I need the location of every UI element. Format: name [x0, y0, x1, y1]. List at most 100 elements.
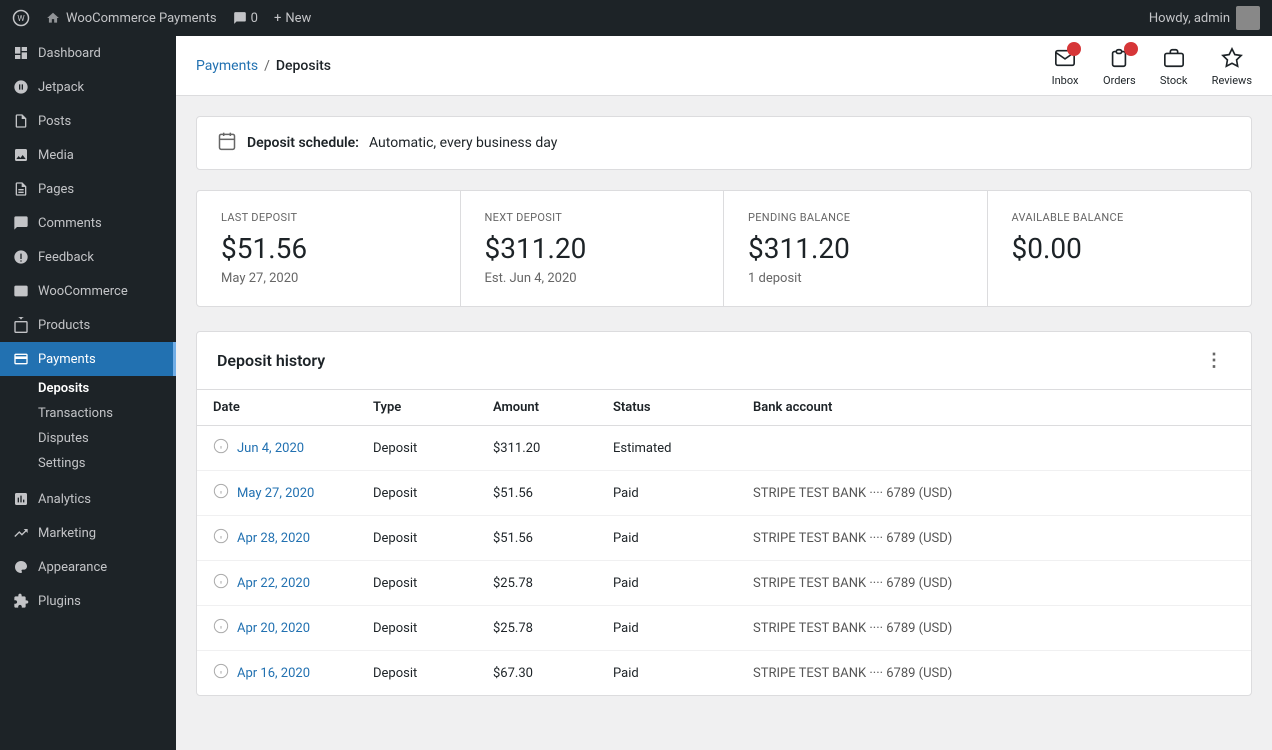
- sidebar-item-analytics[interactable]: Analytics: [0, 482, 176, 516]
- td-status-1: Paid: [597, 471, 737, 516]
- th-amount: Amount: [477, 390, 597, 426]
- table-header-row: Date Type Amount Status Bank account: [197, 390, 1251, 426]
- inbox-action[interactable]: Inbox: [1051, 44, 1079, 87]
- breadcrumb-separator: /: [264, 58, 270, 74]
- sidebar-item-pages[interactable]: Pages: [0, 172, 176, 206]
- sidebar-item-marketing[interactable]: Marketing: [0, 516, 176, 550]
- jetpack-icon: [12, 78, 30, 96]
- media-icon: [12, 146, 30, 164]
- stat-next-deposit-sub: Est. Jun 4, 2020: [485, 271, 700, 286]
- table-row: Apr 16, 2020 Deposit $67.30 Paid STRIPE …: [197, 651, 1251, 696]
- stat-pending-balance-label: PENDING BALANCE: [748, 211, 963, 224]
- sidebar-item-jetpack[interactable]: Jetpack: [0, 70, 176, 104]
- reviews-action[interactable]: Reviews: [1212, 44, 1252, 87]
- sidebar-subitem-deposits[interactable]: Deposits: [0, 376, 176, 401]
- sidebar-item-dashboard[interactable]: Dashboard: [0, 36, 176, 70]
- sidebar-item-media[interactable]: Media: [0, 138, 176, 172]
- th-bank: Bank account: [737, 390, 1251, 426]
- sidebar-subitem-disputes[interactable]: Disputes: [0, 426, 176, 451]
- sidebar-item-woocommerce[interactable]: WooCommerce: [0, 274, 176, 308]
- td-type-3: Deposit: [357, 561, 477, 606]
- sidebar-item-products[interactable]: Products: [0, 308, 176, 342]
- td-amount-3: $25.78: [477, 561, 597, 606]
- products-icon: [12, 316, 30, 334]
- date-link-1[interactable]: May 27, 2020: [237, 486, 314, 501]
- calendar-icon: [217, 131, 237, 155]
- stats-grid: LAST DEPOSIT $51.56 May 27, 2020 NEXT DE…: [196, 190, 1252, 307]
- sidebar-subitem-settings[interactable]: Settings: [0, 451, 176, 476]
- content-header: Payments / Deposits Inbox O: [176, 36, 1272, 96]
- deposit-history-header: Deposit history ⋮: [197, 332, 1251, 390]
- date-link-0[interactable]: Jun 4, 2020: [237, 441, 304, 456]
- td-date-2: Apr 28, 2020: [197, 516, 357, 561]
- table-row: Jun 4, 2020 Deposit $311.20 Estimated: [197, 426, 1251, 471]
- td-bank-4: STRIPE TEST BANK ···· 6789 (USD): [737, 606, 1251, 651]
- wp-logo[interactable]: W: [12, 9, 30, 27]
- info-icon-4: [213, 618, 229, 638]
- info-icon-3: [213, 573, 229, 593]
- user-menu[interactable]: Howdy, admin: [1149, 6, 1260, 30]
- table-row: Apr 20, 2020 Deposit $25.78 Paid STRIPE …: [197, 606, 1251, 651]
- stat-last-deposit-sub: May 27, 2020: [221, 271, 436, 286]
- td-date-4: Apr 20, 2020: [197, 606, 357, 651]
- site-name[interactable]: WooCommerce Payments: [46, 11, 217, 26]
- orders-badge: [1124, 42, 1138, 56]
- sidebar-item-feedback[interactable]: Feedback: [0, 240, 176, 274]
- stat-pending-balance-value: $311.20: [748, 232, 963, 265]
- pages-icon: [12, 180, 30, 198]
- stock-action[interactable]: Stock: [1160, 44, 1188, 87]
- breadcrumb-payments-link[interactable]: Payments: [196, 58, 258, 74]
- sidebar-item-payments[interactable]: Payments: [0, 342, 176, 376]
- td-bank-2: STRIPE TEST BANK ···· 6789 (USD): [737, 516, 1251, 561]
- sidebar-item-comments[interactable]: Comments: [0, 206, 176, 240]
- deposit-schedule-value: Automatic, every business day: [369, 135, 557, 151]
- td-type-5: Deposit: [357, 651, 477, 696]
- svg-text:W: W: [17, 14, 25, 24]
- header-actions: Inbox Orders Stock: [1051, 44, 1252, 87]
- stat-last-deposit: LAST DEPOSIT $51.56 May 27, 2020: [197, 191, 461, 306]
- stat-available-balance-value: $0.00: [1012, 232, 1228, 265]
- td-date-5: Apr 16, 2020: [197, 651, 357, 696]
- info-icon-5: [213, 663, 229, 683]
- stat-next-deposit-value: $311.20: [485, 232, 700, 265]
- td-status-2: Paid: [597, 516, 737, 561]
- sidebar-item-plugins[interactable]: Plugins: [0, 584, 176, 618]
- more-options-button[interactable]: ⋮: [1197, 348, 1231, 373]
- date-link-4[interactable]: Apr 20, 2020: [237, 621, 310, 636]
- date-link-3[interactable]: Apr 22, 2020: [237, 576, 310, 591]
- deposit-schedule-label: Deposit schedule:: [247, 135, 359, 151]
- deposit-history-title: Deposit history: [217, 351, 325, 370]
- comments-link[interactable]: 0: [233, 11, 258, 26]
- td-type-0: Deposit: [357, 426, 477, 471]
- stat-next-deposit-label: NEXT DEPOSIT: [485, 211, 700, 224]
- new-button[interactable]: + New: [274, 11, 311, 26]
- sidebar: Dashboard Jetpack Posts Media Pages: [0, 36, 176, 750]
- td-date-1: May 27, 2020: [197, 471, 357, 516]
- table-row: May 27, 2020 Deposit $51.56 Paid STRIPE …: [197, 471, 1251, 516]
- deposit-history-table: Date Type Amount Status Bank account Jun…: [197, 390, 1251, 695]
- orders-action[interactable]: Orders: [1103, 44, 1136, 87]
- payments-icon: [12, 350, 30, 368]
- td-amount-1: $51.56: [477, 471, 597, 516]
- sidebar-item-appearance[interactable]: Appearance: [0, 550, 176, 584]
- payments-submenu: Deposits Transactions Disputes Settings: [0, 376, 176, 482]
- stock-icon: [1160, 44, 1188, 72]
- table-row: Apr 22, 2020 Deposit $25.78 Paid STRIPE …: [197, 561, 1251, 606]
- feedback-icon: [12, 248, 30, 266]
- td-bank-3: STRIPE TEST BANK ···· 6789 (USD): [737, 561, 1251, 606]
- inbox-icon: [1051, 44, 1079, 72]
- td-date-0: Jun 4, 2020: [197, 426, 357, 471]
- top-bar: W WooCommerce Payments 0 + New Howdy, ad…: [0, 0, 1272, 36]
- date-link-2[interactable]: Apr 28, 2020: [237, 531, 310, 546]
- stat-last-deposit-value: $51.56: [221, 232, 436, 265]
- sidebar-item-posts[interactable]: Posts: [0, 104, 176, 138]
- date-link-5[interactable]: Apr 16, 2020: [237, 666, 310, 681]
- sidebar-subitem-transactions[interactable]: Transactions: [0, 401, 176, 426]
- td-bank-1: STRIPE TEST BANK ···· 6789 (USD): [737, 471, 1251, 516]
- deposit-schedule-banner: Deposit schedule: Automatic, every busin…: [196, 116, 1252, 170]
- analytics-icon: [12, 490, 30, 508]
- breadcrumb: Payments / Deposits: [196, 58, 331, 74]
- info-icon-1: [213, 483, 229, 503]
- stat-last-deposit-label: LAST DEPOSIT: [221, 211, 436, 224]
- inbox-badge: [1067, 42, 1081, 56]
